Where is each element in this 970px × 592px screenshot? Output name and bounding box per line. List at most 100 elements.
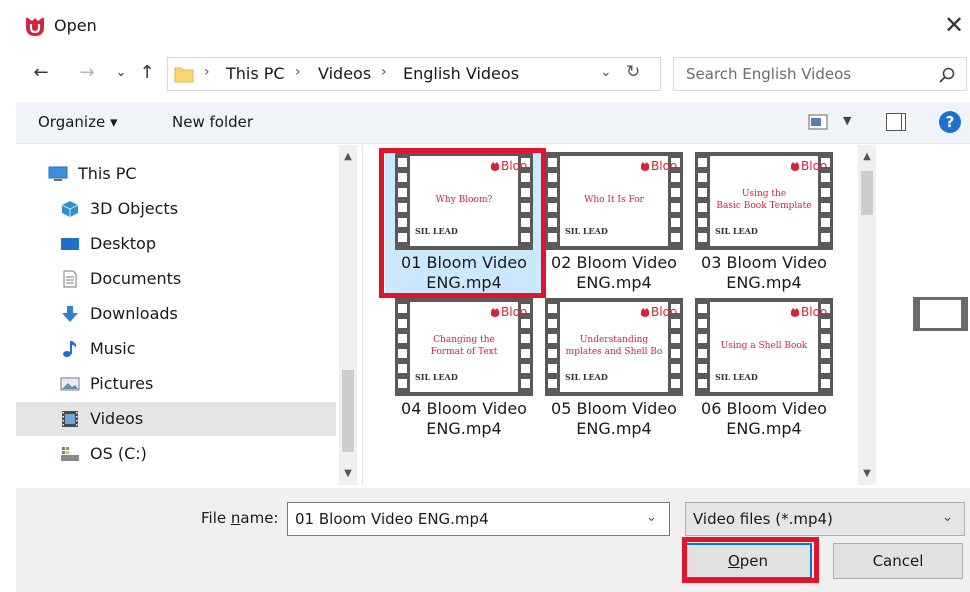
- change-view-icon[interactable]: [808, 114, 828, 130]
- sidebar-item-desktop[interactable]: Desktop: [16, 227, 336, 261]
- downloads-icon: [62, 306, 78, 322]
- breadcrumb-separator: ›: [381, 64, 387, 80]
- file-item[interactable]: Bloo Changing the Format of Text SIL LEAD 04…: [385, 296, 543, 444]
- chevron-down-icon[interactable]: ⌄: [942, 510, 953, 525]
- thumb-footer-text: SIL LEAD: [715, 226, 758, 236]
- drive-icon: [61, 447, 79, 461]
- up-arrow-icon[interactable]: ↑: [136, 60, 158, 86]
- command-toolbar: Organize ▾ New folder ▼ ?: [16, 102, 970, 144]
- chevron-down-icon[interactable]: ⌄: [646, 510, 657, 525]
- sidebar-item-label: 3D Objects: [90, 199, 179, 218]
- sidebar-item-3d-objects[interactable]: 3D Objects: [16, 192, 336, 226]
- documents-icon: [63, 270, 77, 288]
- search-icon[interactable]: [938, 66, 956, 84]
- scroll-up-icon[interactable]: ▲: [340, 151, 356, 162]
- thumb-title-text: mplates and Shell Bo: [566, 347, 663, 357]
- thumb-footer-text: SIL LEAD: [415, 372, 458, 382]
- sidebar-item-label: Pictures: [90, 374, 154, 393]
- new-folder-button[interactable]: New folder: [172, 113, 253, 131]
- file-item[interactable]: Bloo Using a Shell Book SIL LEAD 06 Bloom V…: [685, 296, 843, 444]
- view-dropdown-icon[interactable]: ▼: [843, 114, 851, 127]
- sidebar-scrollbar[interactable]: ▲ ▼: [339, 145, 357, 485]
- file-name-label: 05 Bloom Video ENG.mp4: [551, 399, 677, 438]
- thumb-title-text: Who It Is For: [584, 195, 645, 205]
- pictures-icon: [60, 377, 80, 391]
- sidebar-item-label: This PC: [78, 164, 137, 183]
- sidebar-item-os-c[interactable]: OS (C:): [16, 437, 336, 471]
- sidebar-item-music[interactable]: Music: [16, 332, 336, 366]
- video-thumbnail: Bloo Using the Basic Book Template SIL LEAD: [695, 152, 833, 250]
- navigation-pane: This PC 3D Objects Desktop Documents Dow…: [16, 145, 359, 485]
- sidebar-item-downloads[interactable]: Downloads: [16, 297, 336, 331]
- breadcrumb-separator: ›: [295, 64, 301, 80]
- sidebar-item-documents[interactable]: Documents: [16, 262, 336, 296]
- organize-button[interactable]: Organize ▾: [38, 113, 118, 131]
- cancel-button[interactable]: Cancel: [833, 543, 963, 579]
- preview-pane-icon[interactable]: [886, 113, 906, 131]
- sidebar-item-videos[interactable]: Videos: [16, 402, 336, 436]
- breadcrumb-videos[interactable]: Videos: [318, 64, 371, 83]
- file-name-input[interactable]: 01 Bloom Video ENG.mp4 ⌄: [287, 502, 670, 536]
- thumb-title-text: Using the: [742, 189, 786, 199]
- video-thumbnail: Bloo Changing the Format of Text SIL LEAD: [395, 298, 533, 396]
- address-dropdown-icon[interactable]: ⌄: [600, 64, 612, 80]
- sidebar-item-pictures[interactable]: Pictures: [16, 367, 336, 401]
- thumb-footer-text: SIL LEAD: [715, 372, 758, 382]
- forward-arrow-icon[interactable]: →: [76, 60, 98, 86]
- recent-locations-chevron-icon[interactable]: ⌄: [110, 60, 132, 86]
- thumb-footer-text: SIL LEAD: [565, 372, 608, 382]
- address-row: ← → ⌄ ↑ › This PC › Videos › English Vid…: [0, 56, 970, 92]
- file-item[interactable]: Bloo Understanding mplates and Shell Bo SIL…: [535, 296, 693, 444]
- file-type-select[interactable]: Video files (*.mp4) ⌄: [685, 502, 965, 536]
- scroll-down-icon[interactable]: ▼: [340, 468, 356, 479]
- drag-thumbnail: [913, 297, 968, 331]
- sidebar-scroll-thumb[interactable]: [342, 370, 354, 452]
- refresh-icon[interactable]: ↻: [626, 62, 640, 82]
- sidebar-item-label: Videos: [90, 409, 144, 428]
- computer-icon: [48, 166, 68, 181]
- title-bar: Open ✕: [0, 0, 970, 52]
- file-selection-highlight: [379, 148, 546, 298]
- videos-icon: [62, 411, 78, 427]
- sidebar-item-this-pc[interactable]: This PC: [16, 157, 336, 191]
- window-title: Open: [54, 16, 97, 35]
- breadcrumb-english-videos[interactable]: English Videos: [403, 64, 519, 83]
- breadcrumb-separator: ›: [204, 64, 210, 80]
- bloom-app-icon: [26, 17, 44, 36]
- sidebar-item-label: Desktop: [90, 234, 156, 253]
- thumb-title-text: Using a Shell Book: [721, 341, 808, 351]
- breadcrumb-this-pc[interactable]: This PC: [226, 64, 285, 83]
- address-bar[interactable]: › This PC › Videos › English Videos ⌄ ↻: [167, 57, 661, 91]
- sidebar-item-label: Music: [90, 339, 136, 358]
- file-name-value: 01 Bloom Video ENG.mp4: [295, 510, 489, 528]
- file-list-scrollbar[interactable]: ▲ ▼: [858, 145, 876, 485]
- file-name-label: File name:: [201, 509, 279, 527]
- file-item[interactable]: Bloo Using the Basic Book Template SIL LEAD…: [685, 150, 843, 298]
- file-name-label: 02 Bloom Video ENG.mp4: [551, 253, 677, 292]
- file-item[interactable]: Bloo Who It Is For SIL LEAD 02 Bloom Video E…: [535, 150, 693, 298]
- close-icon[interactable]: ✕: [941, 12, 967, 38]
- scroll-up-icon[interactable]: ▲: [859, 151, 875, 162]
- thumb-title-text: Changing the: [433, 335, 495, 345]
- file-name-label: 06 Bloom Video ENG.mp4: [701, 399, 827, 438]
- video-thumbnail: Bloo Using a Shell Book SIL LEAD: [695, 298, 833, 396]
- thumb-title-text: Basic Book Template: [716, 201, 811, 211]
- file-type-value: Video files (*.mp4): [693, 510, 833, 528]
- file-name-label: 04 Bloom Video ENG.mp4: [401, 399, 527, 438]
- file-list-scroll-thumb[interactable]: [861, 171, 873, 215]
- back-arrow-icon[interactable]: ←: [30, 60, 52, 86]
- scroll-down-icon[interactable]: ▼: [859, 468, 875, 479]
- sidebar-item-label: Downloads: [90, 304, 178, 323]
- video-thumbnail: Bloo Understanding mplates and Shell Bo SIL…: [545, 298, 683, 396]
- thumb-brand-text: Bloo: [801, 159, 827, 173]
- dialog-footer: File name: 01 Bloom Video ENG.mp4 ⌄ Vide…: [16, 488, 970, 592]
- music-icon: [63, 341, 77, 357]
- sidebar-item-label: OS (C:): [90, 444, 147, 463]
- desktop-icon: [61, 238, 79, 250]
- 3d-objects-icon: [61, 201, 79, 217]
- sidebar-item-label: Documents: [90, 269, 182, 288]
- search-input[interactable]: Search English Videos: [673, 57, 967, 91]
- thumb-title-text: Understanding: [580, 335, 649, 345]
- video-thumbnail: Bloo Who It Is For SIL LEAD: [545, 152, 683, 250]
- help-icon[interactable]: ?: [939, 111, 961, 133]
